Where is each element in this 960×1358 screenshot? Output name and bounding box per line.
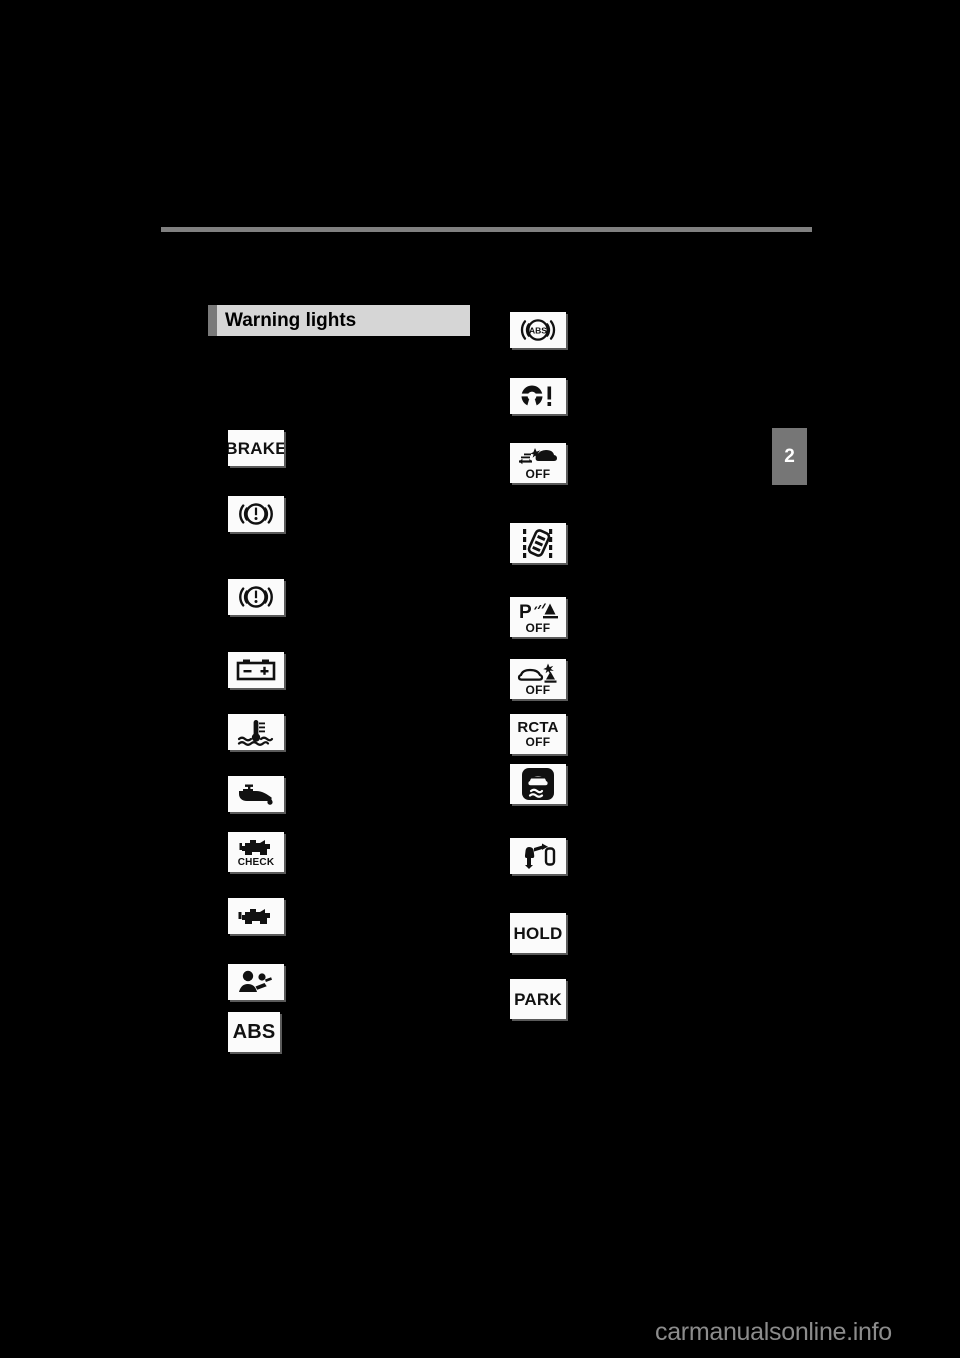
chapter-tab: 2 [772, 428, 807, 485]
park-text-icon: PARK [510, 979, 566, 1019]
vsc-skid-control-icon [510, 764, 566, 804]
page-title: Warning lights [225, 310, 357, 331]
lane-departure-alert-icon [510, 523, 566, 563]
check-label: CHECK [237, 857, 275, 868]
battery-charge-icon [228, 652, 284, 688]
svg-text:P: P [519, 602, 532, 621]
svg-text:ABS: ABS [529, 326, 547, 336]
brake-system-text-icon: BRAKE [228, 430, 284, 466]
rcta-label: RCTA [517, 719, 559, 736]
intelligent-clearance-sonar-off-icon: OFF [510, 659, 566, 699]
park-label: PARK [514, 989, 562, 1009]
electric-power-steering-icon [510, 378, 566, 414]
site-watermark: carmanualsonline.info [655, 1318, 892, 1346]
section-heading: Warning lights [208, 305, 470, 336]
brake-label: BRAKE [228, 438, 284, 458]
manual-page: 2 Warning lights BRAKE CHECK ABS ABS OFF… [0, 0, 960, 1358]
low-oil-pressure-icon [228, 776, 284, 812]
off-label: OFF [525, 735, 551, 749]
off-label: OFF [525, 466, 551, 481]
engine-coolant-temperature-icon [228, 714, 284, 750]
hold-text-icon: HOLD [510, 913, 566, 953]
heading-accent-block [208, 305, 217, 336]
header-rule [161, 227, 812, 232]
pre-collision-system-off-icon: OFF [510, 443, 566, 483]
off-label: OFF [525, 682, 551, 697]
hold-label: HOLD [513, 923, 563, 943]
srs-airbag-icon [228, 964, 284, 1000]
brake-warning-circle-icon [228, 496, 284, 532]
off-label: OFF [525, 620, 551, 635]
rcta-off-icon: RCTA OFF [510, 714, 566, 754]
brake-assist-abs-icon: ABS [510, 312, 566, 348]
abs-label: ABS [232, 1021, 276, 1043]
check-engine-text-icon: CHECK [228, 832, 284, 872]
parking-sensor-off-icon: P OFF [510, 597, 566, 637]
malfunction-indicator-engine-icon [228, 898, 284, 934]
abs-text-icon: ABS [228, 1012, 280, 1052]
door-ajar-icon [510, 838, 566, 874]
brake-warning-circle-alt-icon [228, 579, 284, 615]
